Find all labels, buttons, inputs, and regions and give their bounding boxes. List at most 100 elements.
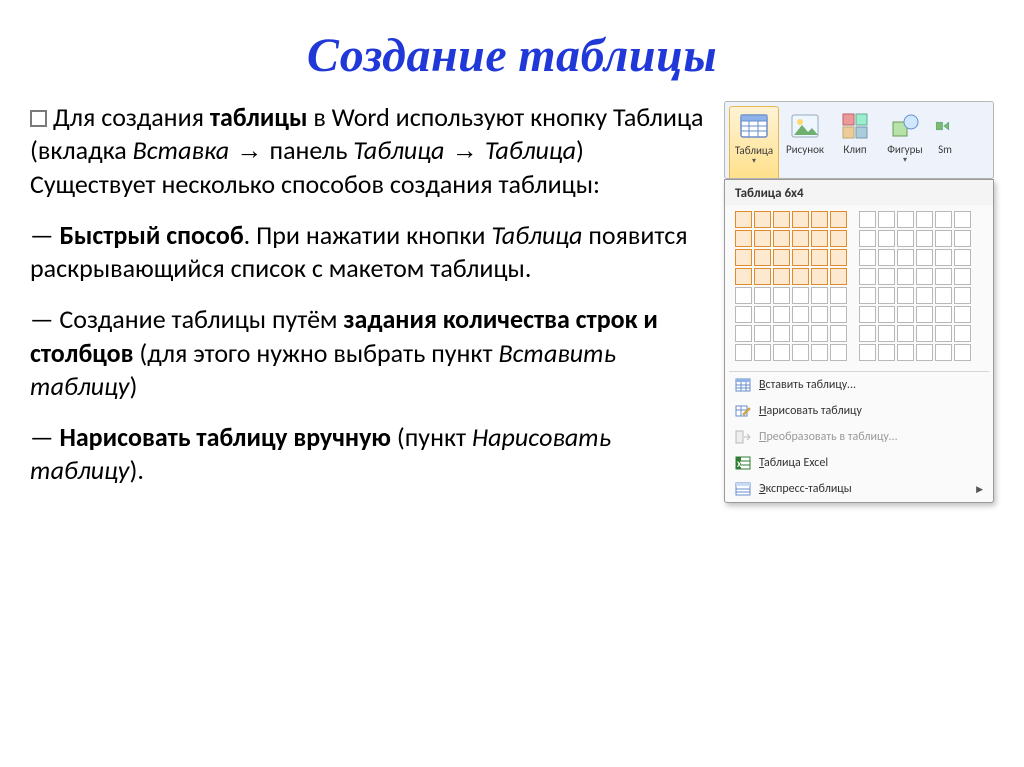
grid-cell[interactable] bbox=[954, 211, 971, 228]
grid-cell[interactable] bbox=[773, 211, 790, 228]
grid-cell[interactable] bbox=[773, 325, 790, 342]
grid-cell[interactable] bbox=[773, 306, 790, 323]
shapes-button[interactable]: Фигуры ▾ bbox=[881, 106, 929, 178]
grid-cell[interactable] bbox=[754, 230, 771, 247]
grid-cell[interactable] bbox=[735, 325, 752, 342]
grid-cell[interactable] bbox=[897, 344, 914, 361]
grid-cell[interactable] bbox=[792, 249, 809, 266]
grid-cell[interactable] bbox=[773, 230, 790, 247]
grid-cell[interactable] bbox=[773, 287, 790, 304]
grid-cell[interactable] bbox=[754, 344, 771, 361]
grid-cell[interactable] bbox=[811, 325, 828, 342]
grid-cell[interactable] bbox=[935, 287, 952, 304]
grid-cell[interactable] bbox=[878, 325, 895, 342]
smartart-button[interactable]: Sm bbox=[931, 106, 959, 178]
grid-cell[interactable] bbox=[878, 306, 895, 323]
grid-cell[interactable] bbox=[897, 268, 914, 285]
grid-cell[interactable] bbox=[878, 211, 895, 228]
grid-cell[interactable] bbox=[773, 268, 790, 285]
grid-cell[interactable] bbox=[897, 287, 914, 304]
grid-cell[interactable] bbox=[735, 344, 752, 361]
grid-cell[interactable] bbox=[878, 268, 895, 285]
grid-cell[interactable] bbox=[897, 325, 914, 342]
grid-cell[interactable] bbox=[954, 325, 971, 342]
grid-cell[interactable] bbox=[916, 211, 933, 228]
grid-cell[interactable] bbox=[878, 249, 895, 266]
grid-cell[interactable] bbox=[897, 306, 914, 323]
grid-cell[interactable] bbox=[878, 344, 895, 361]
grid-cell[interactable] bbox=[897, 249, 914, 266]
picture-button[interactable]: Рисунок bbox=[781, 106, 829, 178]
grid-cell[interactable] bbox=[754, 306, 771, 323]
clip-button[interactable]: Клип bbox=[831, 106, 879, 178]
grid-cell[interactable] bbox=[830, 268, 847, 285]
table-button[interactable]: Таблица ▾ bbox=[729, 106, 779, 179]
grid-cell[interactable] bbox=[735, 230, 752, 247]
grid-cell[interactable] bbox=[859, 211, 876, 228]
grid-picker-right[interactable] bbox=[859, 211, 971, 361]
grid-cell[interactable] bbox=[792, 344, 809, 361]
grid-cell[interactable] bbox=[878, 287, 895, 304]
grid-cell[interactable] bbox=[897, 230, 914, 247]
grid-cell[interactable] bbox=[916, 287, 933, 304]
grid-cell[interactable] bbox=[935, 211, 952, 228]
grid-cell[interactable] bbox=[811, 306, 828, 323]
grid-cell[interactable] bbox=[954, 344, 971, 361]
grid-cell[interactable] bbox=[792, 230, 809, 247]
grid-cell[interactable] bbox=[792, 306, 809, 323]
grid-cell[interactable] bbox=[811, 211, 828, 228]
grid-cell[interactable] bbox=[735, 211, 752, 228]
grid-cell[interactable] bbox=[916, 325, 933, 342]
grid-cell[interactable] bbox=[935, 268, 952, 285]
grid-cell[interactable] bbox=[754, 249, 771, 266]
grid-cell[interactable] bbox=[859, 249, 876, 266]
grid-cell[interactable] bbox=[792, 268, 809, 285]
grid-cell[interactable] bbox=[916, 344, 933, 361]
grid-cell[interactable] bbox=[916, 306, 933, 323]
grid-cell[interactable] bbox=[811, 268, 828, 285]
grid-cell[interactable] bbox=[859, 287, 876, 304]
grid-cell[interactable] bbox=[859, 306, 876, 323]
menu-draw-table[interactable]: Нарисовать таблицу bbox=[725, 398, 993, 424]
grid-cell[interactable] bbox=[735, 249, 752, 266]
grid-cell[interactable] bbox=[830, 230, 847, 247]
grid-cell[interactable] bbox=[811, 249, 828, 266]
grid-cell[interactable] bbox=[935, 325, 952, 342]
grid-cell[interactable] bbox=[811, 344, 828, 361]
grid-cell[interactable] bbox=[916, 249, 933, 266]
grid-cell[interactable] bbox=[935, 306, 952, 323]
grid-cell[interactable] bbox=[773, 249, 790, 266]
grid-cell[interactable] bbox=[830, 306, 847, 323]
grid-cell[interactable] bbox=[735, 287, 752, 304]
grid-cell[interactable] bbox=[792, 287, 809, 304]
grid-cell[interactable] bbox=[830, 211, 847, 228]
grid-cell[interactable] bbox=[830, 287, 847, 304]
grid-cell[interactable] bbox=[954, 230, 971, 247]
grid-cell[interactable] bbox=[954, 287, 971, 304]
grid-cell[interactable] bbox=[935, 249, 952, 266]
grid-cell[interactable] bbox=[859, 268, 876, 285]
grid-cell[interactable] bbox=[935, 344, 952, 361]
menu-insert-table[interactable]: ВВставить таблицу...ставить таблицу... bbox=[725, 372, 993, 398]
grid-cell[interactable] bbox=[916, 268, 933, 285]
grid-cell[interactable] bbox=[754, 287, 771, 304]
grid-cell[interactable] bbox=[811, 287, 828, 304]
grid-cell[interactable] bbox=[754, 325, 771, 342]
grid-cell[interactable] bbox=[830, 249, 847, 266]
grid-cell[interactable] bbox=[878, 230, 895, 247]
grid-cell[interactable] bbox=[954, 249, 971, 266]
grid-cell[interactable] bbox=[811, 230, 828, 247]
grid-cell[interactable] bbox=[954, 306, 971, 323]
menu-excel-table[interactable]: X Таблица Excel bbox=[725, 450, 993, 476]
grid-cell[interactable] bbox=[792, 211, 809, 228]
grid-cell[interactable] bbox=[859, 344, 876, 361]
grid-cell[interactable] bbox=[830, 325, 847, 342]
grid-picker-left[interactable] bbox=[735, 211, 847, 361]
grid-cell[interactable] bbox=[954, 268, 971, 285]
grid-cell[interactable] bbox=[735, 306, 752, 323]
grid-cell[interactable] bbox=[859, 325, 876, 342]
grid-cell[interactable] bbox=[754, 211, 771, 228]
grid-cell[interactable] bbox=[916, 230, 933, 247]
grid-cell[interactable] bbox=[792, 325, 809, 342]
menu-express-tables[interactable]: Экспресс-таблицы ▶ bbox=[725, 476, 993, 502]
